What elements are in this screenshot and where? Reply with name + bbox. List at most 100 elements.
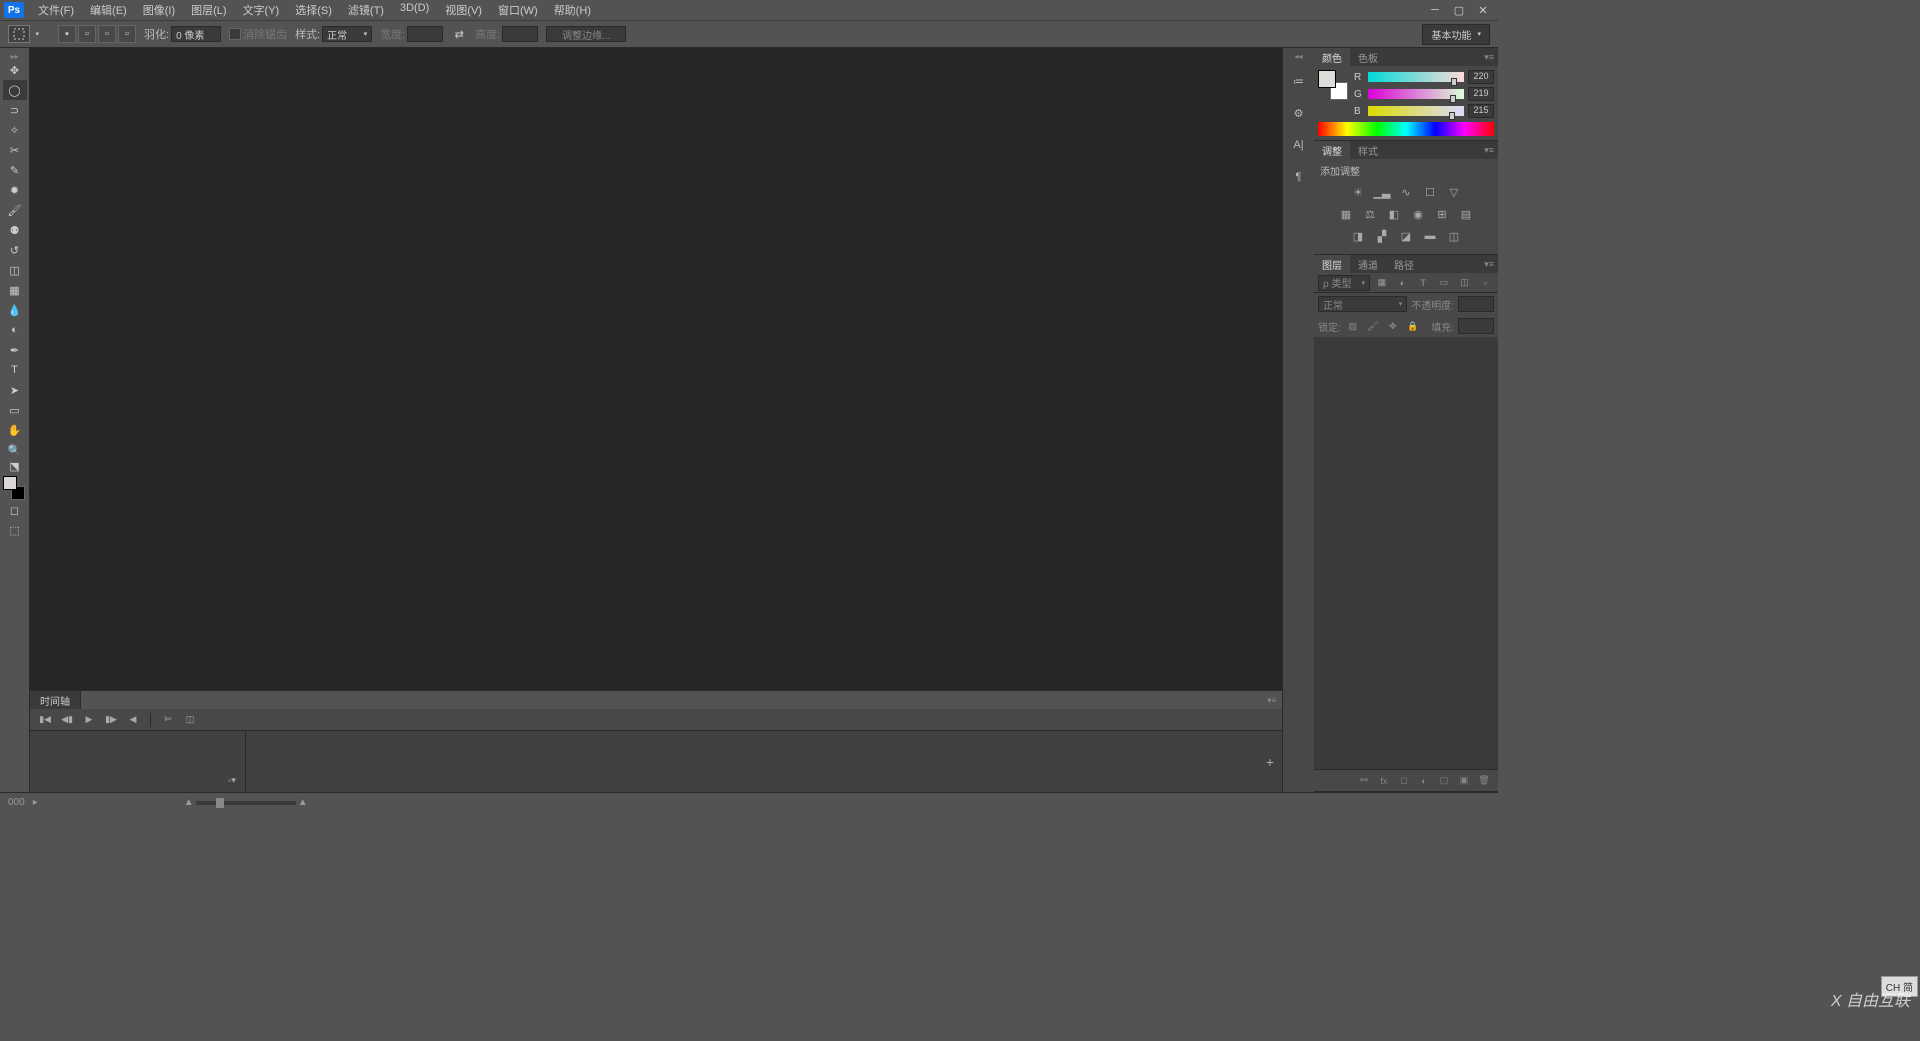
- layer-mask-icon[interactable]: ◻: [1396, 774, 1412, 788]
- threshold-icon[interactable]: ◪: [1397, 228, 1415, 244]
- panel-color-swatches[interactable]: [1318, 70, 1348, 100]
- menu-edit[interactable]: 编辑(E): [84, 0, 133, 20]
- timeline-collapse-icon[interactable]: ▾≡: [1261, 696, 1282, 705]
- color-lookup-icon[interactable]: ▤: [1457, 206, 1475, 222]
- filter-toggle-icon[interactable]: ▫: [1476, 275, 1494, 291]
- magic-wand-tool[interactable]: ✧: [3, 120, 27, 140]
- panel-grip-icon[interactable]: ▸▸: [0, 52, 29, 60]
- opacity-input[interactable]: [1458, 296, 1494, 312]
- dodge-tool[interactable]: ◐: [3, 320, 27, 340]
- paragraph-panel-icon[interactable]: ¶: [1287, 165, 1311, 189]
- bw-icon[interactable]: ◧: [1385, 206, 1403, 222]
- lock-transparency-icon[interactable]: ▨: [1345, 319, 1361, 333]
- channel-mixer-icon[interactable]: ⊞: [1433, 206, 1451, 222]
- brightness-icon[interactable]: ☀: [1349, 184, 1367, 200]
- new-selection-button[interactable]: ▪: [58, 25, 76, 43]
- adjustments-tab[interactable]: 调整: [1314, 141, 1350, 160]
- marquee-tool[interactable]: ◯: [3, 80, 27, 100]
- new-group-icon[interactable]: ▢: [1436, 774, 1452, 788]
- vibrance-icon[interactable]: ▽: [1445, 184, 1463, 200]
- color-balance-icon[interactable]: ⚖: [1361, 206, 1379, 222]
- swap-dimensions-icon[interactable]: ⇄: [451, 26, 467, 42]
- b-value[interactable]: 215: [1468, 104, 1494, 118]
- refine-edge-button[interactable]: 调整边缘...: [546, 26, 626, 42]
- brush-tool[interactable]: 🖌: [3, 200, 27, 220]
- add-selection-button[interactable]: ▫: [78, 25, 96, 43]
- quick-mask-tool[interactable]: ◻: [3, 500, 27, 520]
- tool-preset-picker[interactable]: [8, 25, 30, 43]
- prev-frame-button[interactable]: ◀▮: [58, 712, 76, 728]
- hue-sat-icon[interactable]: ▦: [1337, 206, 1355, 222]
- color-panel-menu-icon[interactable]: ▾≡: [1480, 52, 1498, 63]
- rectangle-tool[interactable]: ▭: [3, 400, 27, 420]
- filter-shape-icon[interactable]: ▭: [1435, 275, 1453, 291]
- lock-position-icon[interactable]: ✥: [1385, 319, 1401, 333]
- crop-tool[interactable]: ✂: [3, 140, 27, 160]
- lock-pixels-icon[interactable]: 🖌: [1365, 319, 1381, 333]
- screen-mode-tool[interactable]: ⬚: [3, 520, 27, 540]
- menu-window[interactable]: 窗口(W): [492, 0, 544, 20]
- menu-select[interactable]: 选择(S): [289, 0, 338, 20]
- paths-tab[interactable]: 路径: [1386, 255, 1422, 274]
- layers-list[interactable]: [1314, 337, 1498, 769]
- character-panel-icon[interactable]: A|: [1287, 133, 1311, 157]
- healing-brush-tool[interactable]: ✹: [3, 180, 27, 200]
- color-swatches[interactable]: [3, 476, 27, 500]
- track-options-icon[interactable]: ▫▾: [223, 772, 241, 788]
- minimize-button[interactable]: ─: [1424, 2, 1446, 18]
- blur-tool[interactable]: 💧: [3, 300, 27, 320]
- menu-filter[interactable]: 滤镜(T): [342, 0, 390, 20]
- filter-type-icon[interactable]: T: [1414, 275, 1432, 291]
- path-selection-tool[interactable]: ➤: [3, 380, 27, 400]
- exposure-icon[interactable]: ☐: [1421, 184, 1439, 200]
- timeline-tab[interactable]: 时间轴: [30, 691, 81, 710]
- style-select[interactable]: 正常: [322, 26, 372, 42]
- g-slider[interactable]: [1368, 89, 1464, 99]
- blend-mode-select[interactable]: 正常: [1318, 296, 1407, 312]
- hand-tool[interactable]: ✋: [3, 420, 27, 440]
- styles-tab[interactable]: 样式: [1350, 141, 1386, 160]
- menu-file[interactable]: 文件(F): [32, 0, 80, 20]
- eraser-tool[interactable]: ◫: [3, 260, 27, 280]
- timeline-track-area[interactable]: +: [246, 731, 1282, 792]
- ime-indicator[interactable]: CH 简: [1881, 976, 1918, 997]
- color-tab[interactable]: 颜色: [1314, 48, 1350, 67]
- zoom-slider[interactable]: ▲ ▲: [196, 801, 296, 805]
- b-slider[interactable]: [1368, 106, 1464, 116]
- last-frame-button[interactable]: ◀: [124, 712, 142, 728]
- eyedropper-tool[interactable]: ✎: [3, 160, 27, 180]
- filter-adjustment-icon[interactable]: ◐: [1394, 275, 1412, 291]
- default-colors-icon[interactable]: ⬔: [3, 460, 27, 472]
- layers-panel-menu-icon[interactable]: ▾≡: [1480, 259, 1498, 270]
- new-layer-icon[interactable]: ▣: [1456, 774, 1472, 788]
- panel-foreground-swatch[interactable]: [1318, 70, 1336, 88]
- photo-filter-icon[interactable]: ◉: [1409, 206, 1427, 222]
- add-media-button[interactable]: +: [1266, 754, 1274, 770]
- menu-3d[interactable]: 3D(D): [394, 0, 435, 20]
- layers-tab[interactable]: 图层: [1314, 255, 1350, 274]
- zoom-slider-handle[interactable]: [216, 798, 224, 808]
- menu-view[interactable]: 视图(V): [439, 0, 488, 20]
- workspace-switcher[interactable]: 基本功能: [1422, 24, 1490, 45]
- history-panel-icon[interactable]: ≔: [1287, 69, 1311, 93]
- type-tool[interactable]: T: [3, 360, 27, 380]
- next-frame-button[interactable]: ▮▶: [102, 712, 120, 728]
- filter-pixel-icon[interactable]: ▦: [1373, 275, 1391, 291]
- curves-icon[interactable]: ∿: [1397, 184, 1415, 200]
- menu-layer[interactable]: 图层(L): [185, 0, 232, 20]
- color-ramp[interactable]: [1318, 122, 1494, 136]
- lock-all-icon[interactable]: 🔒: [1405, 319, 1421, 333]
- layer-style-icon[interactable]: fx: [1376, 774, 1392, 788]
- levels-icon[interactable]: ▁▃: [1373, 184, 1391, 200]
- r-slider[interactable]: [1368, 72, 1464, 82]
- menu-type[interactable]: 文字(Y): [237, 0, 286, 20]
- fill-input[interactable]: [1458, 318, 1494, 334]
- g-value[interactable]: 219: [1468, 87, 1494, 101]
- history-brush-tool[interactable]: ↺: [3, 240, 27, 260]
- first-frame-button[interactable]: ▮◀: [36, 712, 54, 728]
- gradient-map-icon[interactable]: ▬: [1421, 228, 1439, 244]
- foreground-color[interactable]: [3, 476, 17, 490]
- delete-layer-icon[interactable]: 🗑: [1476, 774, 1492, 788]
- new-fill-layer-icon[interactable]: ◐: [1416, 774, 1432, 788]
- strip-grip-icon[interactable]: ◂◂: [1294, 52, 1302, 61]
